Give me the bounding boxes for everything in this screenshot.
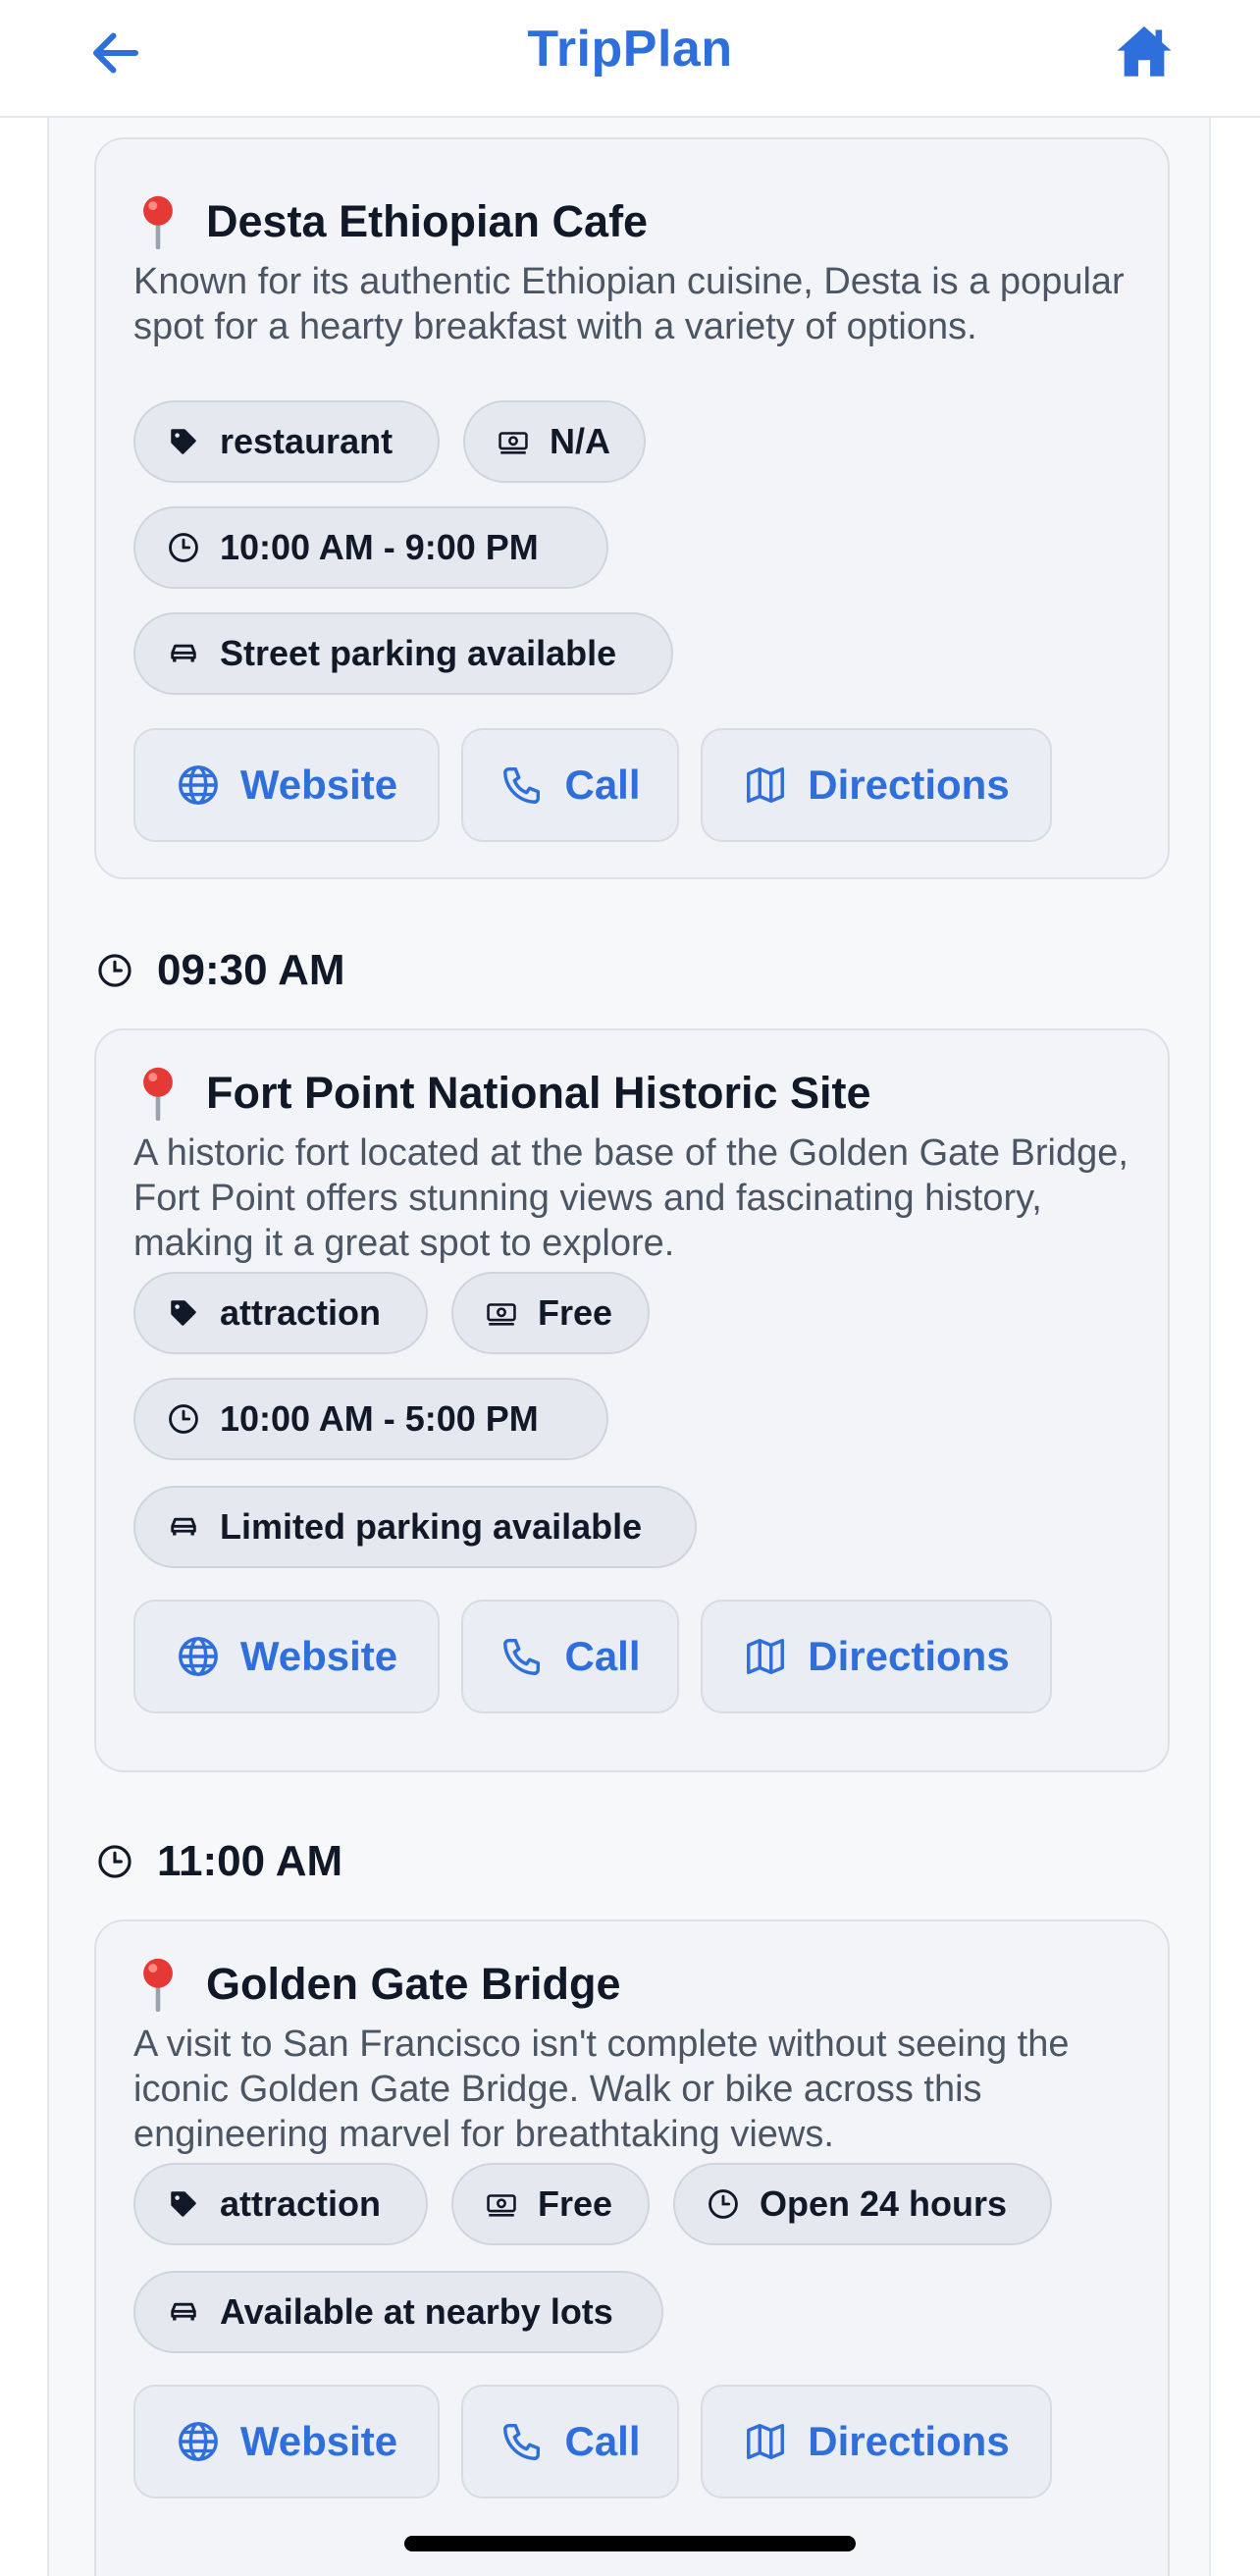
website-button[interactable]: Website [133,1600,440,1713]
app-title: TripPlan [527,21,733,78]
hours-chip: 10:00 AM - 9:00 PM [133,506,608,589]
time-text: 11:00 AM [157,1837,343,1885]
trip-itinerary-screen: TripPlan Desta Ethiopian Cafe Known for … [0,0,1260,2576]
car-icon [167,2295,200,2329]
website-label: Website [239,1633,398,1679]
clock-icon [96,1843,133,1880]
price-label: N/A [550,421,610,461]
price-chip: N/A [463,400,646,483]
price-chip: Free [451,1272,650,1354]
place-title: Fort Point National Historic Site [135,1064,871,1123]
call-label: Call [564,2418,641,2464]
place-description: Known for its authentic Ethiopian cuisin… [133,261,1125,347]
phone-icon [499,2419,545,2464]
place-card: Golden Gate Bridge A visit to San Franci… [94,1919,1170,2576]
directions-label: Directions [808,762,1010,808]
parking-chip: Street parking available [133,612,673,695]
place-title: Golden Gate Bridge [135,1955,621,2014]
phone-icon [499,762,545,808]
place-title: Desta Ethiopian Cafe [135,192,648,251]
call-button[interactable]: Call [461,728,679,842]
car-icon [167,637,200,670]
place-name: Golden Gate Bridge [206,1959,621,2009]
website-label: Website [239,762,398,808]
hours-label: Open 24 hours [760,2183,1008,2224]
place-description: A visit to San Francisco isn't complete … [133,2024,1070,2155]
car-icon [167,1510,200,1544]
clock-icon [96,952,133,989]
itinerary-list[interactable]: Desta Ethiopian Cafe Known for its authe… [47,118,1211,2576]
hours-chip: 10:00 AM - 5:00 PM [133,1378,608,1460]
phone-icon [499,1634,545,1679]
hours-label: 10:00 AM - 9:00 PM [220,527,539,567]
parking-label: Limited parking available [220,1506,643,1547]
directions-button[interactable]: Directions [701,728,1052,842]
directions-label: Directions [808,2418,1010,2464]
call-button[interactable]: Call [461,1600,679,1713]
tag-icon [167,1296,200,1330]
tag-icon [167,425,200,458]
category-label: attraction [220,2183,382,2224]
directions-label: Directions [808,1633,1010,1679]
home-icon[interactable] [1111,20,1178,84]
map-pin-icon [135,1066,181,1121]
clock-icon [707,2187,740,2221]
money-icon [485,1296,518,1330]
globe-icon [176,762,221,808]
place-card: Fort Point National Historic Site A hist… [94,1028,1170,1772]
call-label: Call [564,762,641,808]
place-description: A historic fort located at the base of t… [133,1132,1129,1264]
category-chip: attraction [133,1272,428,1354]
call-label: Call [564,1633,641,1679]
map-pin-icon [135,194,181,249]
time-text: 09:30 AM [157,946,345,994]
home-indicator[interactable] [404,2536,856,2551]
place-card: Desta Ethiopian Cafe Known for its authe… [94,137,1170,879]
tag-icon [167,2187,200,2221]
globe-icon [176,2419,221,2464]
directions-button[interactable]: Directions [701,1600,1052,1713]
directions-button[interactable]: Directions [701,2385,1052,2498]
parking-label: Available at nearby lots [220,2291,613,2332]
category-chip: restaurant [133,400,440,483]
map-icon [743,762,788,808]
call-button[interactable]: Call [461,2385,679,2498]
place-name: Fort Point National Historic Site [206,1068,871,1118]
money-icon [485,2187,518,2221]
time-slot-label: 11:00 AM [96,1837,342,1886]
place-name: Desta Ethiopian Cafe [206,196,649,246]
category-label: attraction [220,1292,382,1333]
top-nav-bar: TripPlan [0,0,1260,118]
price-chip: Free [451,2163,650,2245]
clock-icon [167,1402,200,1436]
money-icon [497,425,530,458]
map-pin-icon [135,1957,181,2012]
globe-icon [176,1634,221,1679]
parking-label: Street parking available [220,633,617,673]
hours-label: 10:00 AM - 5:00 PM [220,1398,539,1439]
hours-chip: Open 24 hours [673,2163,1052,2245]
website-button[interactable]: Website [133,2385,440,2498]
map-icon [743,2419,788,2464]
price-label: Free [538,2183,613,2224]
time-slot-label: 09:30 AM [96,946,345,995]
price-label: Free [538,1292,613,1333]
parking-chip: Available at nearby lots [133,2271,663,2353]
category-chip: attraction [133,2163,428,2245]
map-icon [743,1634,788,1679]
parking-chip: Limited parking available [133,1486,697,1568]
clock-icon [167,531,200,564]
website-label: Website [239,2418,398,2464]
website-button[interactable]: Website [133,728,440,842]
category-label: restaurant [220,421,394,461]
